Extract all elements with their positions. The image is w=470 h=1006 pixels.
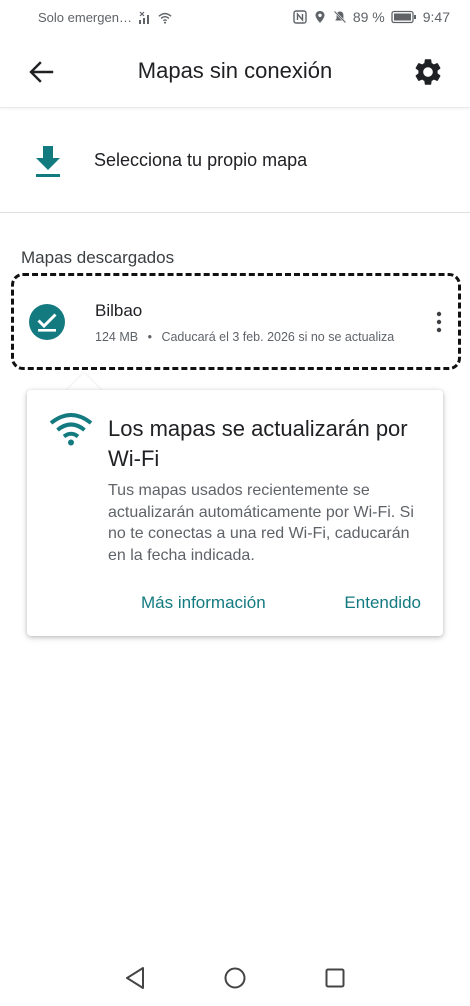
map-name: Bilbao xyxy=(95,301,143,320)
system-nav-bar xyxy=(0,956,470,1006)
downloaded-map-item[interactable]: Bilbao 124 MB • Caducará el 3 feb. 2026 … xyxy=(11,273,461,370)
got-it-button[interactable]: Entendido xyxy=(344,593,421,613)
page-title: Mapas sin conexión xyxy=(137,58,333,83)
map-meta: 124 MB • Caducará el 3 feb. 2026 si no s… xyxy=(95,330,394,344)
select-own-map-label: Selecciona tu propio mapa xyxy=(94,150,308,170)
wifi-update-tooltip: Los mapas se actualizarán por Wi-Fi Tus … xyxy=(27,390,443,636)
status-right: 89 % 9:47 xyxy=(293,9,450,25)
meta-separator: • xyxy=(147,330,152,344)
location-icon xyxy=(315,11,325,23)
downloaded-maps-header: Mapas descargados xyxy=(21,248,175,267)
tooltip-body: Tus mapas usados recientemente se actual… xyxy=(108,482,414,564)
tooltip-arrow xyxy=(66,373,102,391)
clock: 9:47 xyxy=(422,9,450,25)
app-bar: Mapas sin conexión xyxy=(0,36,470,108)
nav-back-icon[interactable] xyxy=(124,966,146,990)
download-icon xyxy=(36,146,60,177)
battery-icon xyxy=(391,10,416,24)
nav-recent-apps-icon[interactable] xyxy=(325,968,345,988)
wifi-icon xyxy=(49,413,93,446)
map-expiry: Caducará el 3 feb. 2026 si no se actuali… xyxy=(161,330,395,344)
wifi-icon xyxy=(158,12,172,24)
battery-percent: 89 % xyxy=(352,9,385,25)
carrier-text: Solo emergen… xyxy=(38,10,132,25)
nfc-icon xyxy=(293,10,307,24)
more-vert-icon[interactable] xyxy=(434,310,444,334)
status-bar: Solo emergen… 89 % 9:47 xyxy=(0,0,470,36)
status-left: Solo emergen… xyxy=(38,10,172,25)
map-size: 124 MB xyxy=(95,330,139,344)
more-info-button[interactable]: Más información xyxy=(141,593,266,613)
select-own-map-row[interactable]: Selecciona tu propio mapa xyxy=(0,110,470,213)
no-signal-icon xyxy=(138,11,149,24)
mute-icon xyxy=(333,10,347,24)
nav-home-icon[interactable] xyxy=(224,967,246,989)
tooltip-title: Los mapas se actualizarán por Wi-Fi xyxy=(108,416,408,471)
check-circle-icon xyxy=(29,304,65,340)
gear-icon[interactable] xyxy=(412,56,444,88)
